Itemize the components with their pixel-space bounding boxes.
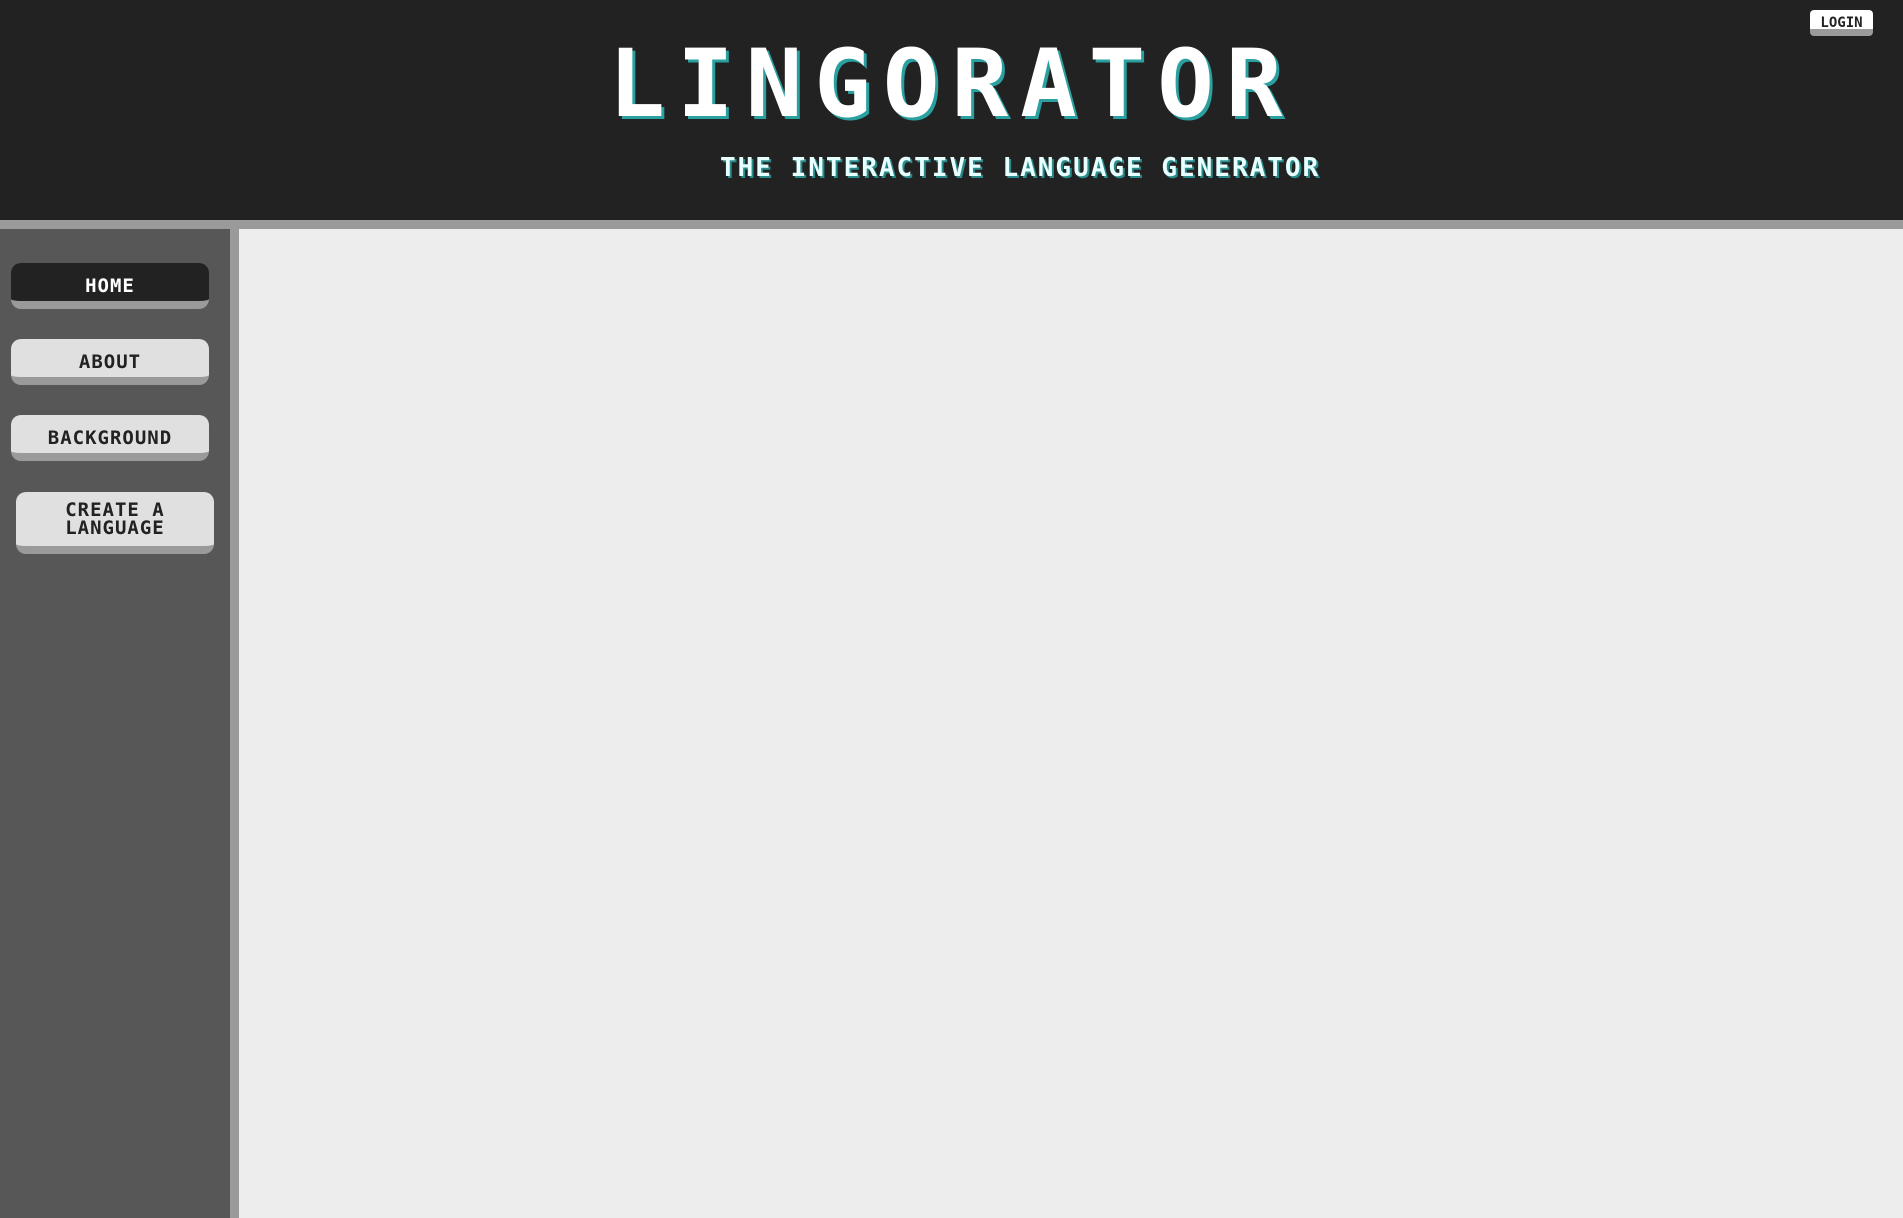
header: LINGORATOR THE INTERACTIVE LANGUAGE GENE… <box>0 0 1903 220</box>
site-subtitle: THE INTERACTIVE LANGUAGE GENERATOR <box>720 153 1321 183</box>
main-content-area <box>239 229 1903 1218</box>
header-divider <box>0 220 1903 229</box>
sidebar-item-home[interactable]: HOME <box>11 263 209 309</box>
sidebar-divider <box>230 229 239 1218</box>
sidebar-item-background[interactable]: BACKGROUND <box>11 415 209 461</box>
sidebar-item-create-a-language[interactable]: CREATE A LANGUAGE <box>16 492 214 554</box>
login-button[interactable]: LOGIN <box>1810 10 1873 36</box>
site-title: LINGORATOR <box>608 30 1295 139</box>
sidebar-item-about[interactable]: ABOUT <box>11 339 209 385</box>
